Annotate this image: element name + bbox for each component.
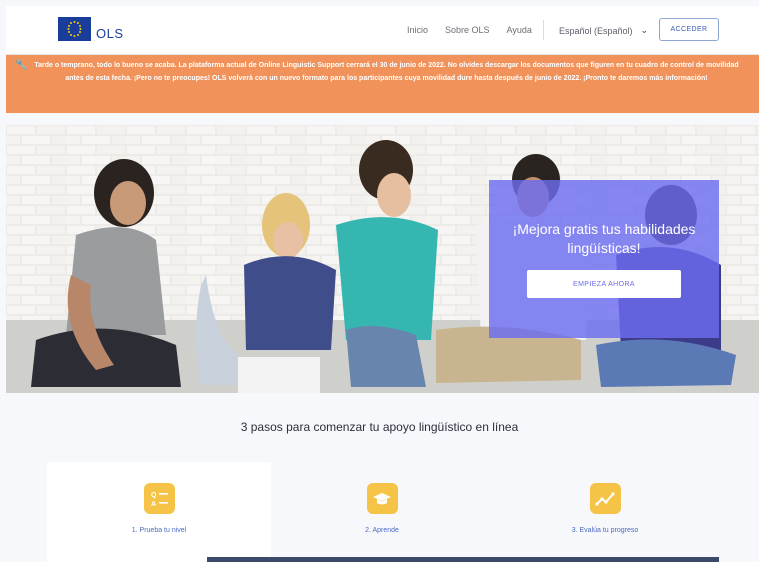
hero-cta-card: ¡Mejora gratis tus habilidades lingüísti… (489, 180, 719, 338)
quiz-icon: Q A (143, 483, 175, 514)
steps-title: 3 pasos para comenzar tu apoyo lingüísti… (240, 420, 519, 434)
language-select[interactable]: Español (Español) ⌄ (559, 25, 648, 36)
step-learn[interactable]: 2. Aprende (302, 483, 462, 534)
eu-flag-icon (58, 17, 91, 41)
nav-divider (543, 20, 544, 40)
ols-logo[interactable]: OLS (58, 17, 124, 41)
nav-inicio[interactable]: Inicio (407, 25, 428, 35)
svg-text:Q: Q (151, 492, 157, 499)
language-label: Español (Español) (559, 25, 633, 36)
top-header: OLS Inicio Sobre OLS Ayuda Español (Espa… (6, 6, 759, 55)
step-label: 1. Prueba tu nivel (131, 527, 187, 534)
closure-notice-banner: 🔧 Tarde o temprano, todo lo bueno se aca… (6, 55, 759, 113)
step-label: 3. Evalúa tu progreso (571, 527, 639, 534)
chevron-down-icon: ⌄ (640, 25, 649, 35)
step-label: 2. Aprende (365, 527, 399, 534)
svg-text:A: A (151, 501, 156, 508)
nav-sobre-ols[interactable]: Sobre OLS (445, 25, 490, 35)
banner-text: Tarde o temprano, todo lo bueno se acaba… (34, 62, 739, 82)
graduation-cap-icon (366, 483, 398, 514)
step-evaluate-progress[interactable]: 3. Evalúa tu progreso (525, 483, 685, 534)
logo-text: OLS (96, 26, 124, 41)
progress-chart-icon (589, 483, 621, 514)
wrench-icon: 🔧 (15, 60, 28, 71)
access-button[interactable]: ACCEDER (659, 18, 719, 41)
next-section-edge (207, 557, 719, 562)
nav-ayuda[interactable]: Ayuda (507, 25, 532, 35)
step-test-level[interactable]: Q A 1. Prueba tu nivel (79, 483, 239, 534)
main-nav: Inicio Sobre OLS Ayuda (407, 25, 549, 35)
start-now-button[interactable]: EMPIEZA AHORA (527, 270, 681, 298)
hero-title: ¡Mejora gratis tus habilidades lingüísti… (512, 221, 696, 256)
